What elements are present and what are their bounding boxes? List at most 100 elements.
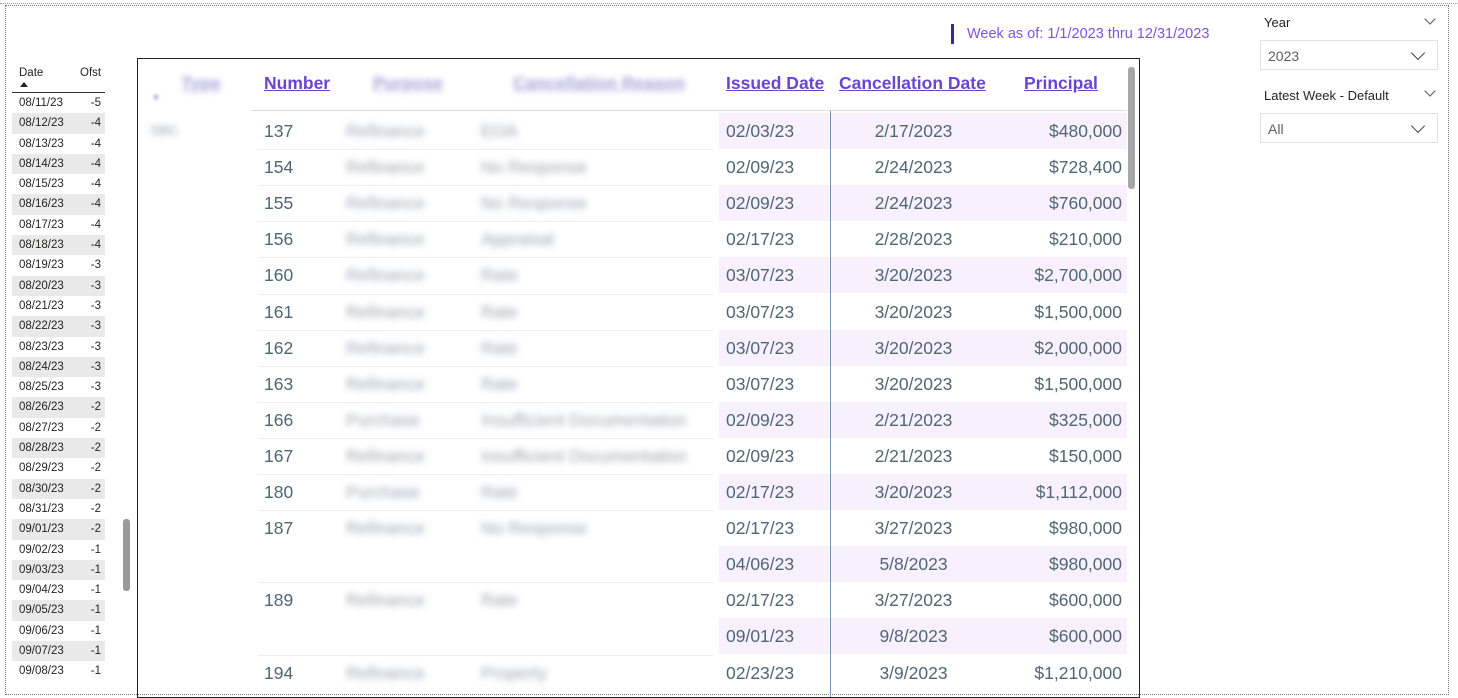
principal-cell: $980,000 <box>1049 554 1122 575</box>
date-list-row[interactable]: 08/15/23 -4 <box>12 174 105 194</box>
cancellations-table: Type Number Purpose Cancellation Reason … <box>137 58 1140 698</box>
ofst-cell: -2 <box>90 421 101 434</box>
cancellation-date-column-header[interactable]: Cancellation Date <box>839 73 986 94</box>
date-list-row[interactable]: 08/28/23 -2 <box>12 438 105 459</box>
date-list-row[interactable]: 08/29/23 -2 <box>12 458 105 478</box>
date-list-row[interactable]: 08/16/23 -4 <box>12 194 105 215</box>
principal-cell: $1,500,000 <box>1034 373 1122 394</box>
date-cell: 08/18/23 <box>19 239 64 252</box>
table-scrollbar[interactable] <box>1128 67 1135 189</box>
table-row[interactable]: 166 Purchase Insufficient Documentation 02/… <box>138 402 1139 438</box>
ofst-cell: -1 <box>90 604 101 617</box>
date-list-row[interactable]: 08/27/23 -2 <box>12 418 105 438</box>
number-column-header[interactable]: Number <box>264 73 330 94</box>
date-list-row[interactable]: 09/03/23 -1 <box>12 559 105 581</box>
table-row[interactable]: 180 Purchase Rate 02/17/23 3/20/2023 $1,112,0… <box>138 474 1139 510</box>
purpose-cell: Refinance <box>346 445 425 466</box>
cancellation-reason-column-header[interactable]: Cancellation Reason <box>513 73 685 94</box>
type-column-header[interactable]: Type <box>181 73 221 94</box>
chevron-down-icon <box>1410 45 1426 61</box>
date-list-row[interactable]: 08/18/23 -4 <box>12 235 105 256</box>
table-row[interactable]: 161 Refinance Rate 03/07/23 3/20/2023 $1,500,… <box>138 294 1139 330</box>
date-list-row[interactable]: 09/04/23 -1 <box>12 580 105 600</box>
cancellation-reason-cell: Appraisal <box>481 229 554 250</box>
date-cell: 08/28/23 <box>19 442 64 455</box>
issued-date-cell: 02/17/23 <box>726 590 795 611</box>
cancellation-date-cell: 3/20/2023 <box>874 337 953 358</box>
ofst-cell: -2 <box>90 482 101 495</box>
date-list-row[interactable]: 08/20/23 -3 <box>12 275 105 296</box>
table-row[interactable]: 163 Refinance Rate 03/07/23 3/20/2023 $1,500,… <box>138 366 1139 402</box>
purpose-cell: Refinance <box>346 590 425 611</box>
purpose-column-header[interactable]: Purpose <box>373 73 443 94</box>
number-cell: 189 <box>264 590 294 611</box>
cancellation-date-cell: 3/27/2023 <box>874 518 953 539</box>
purpose-cell: Refinance <box>346 373 425 394</box>
year-dropdown[interactable]: 2023 <box>1260 40 1438 70</box>
table-row[interactable]: 187 Refinance No Response 02/17/23 3/27/2023… <box>138 510 1139 546</box>
table-row[interactable]: 160 Refinance Rate 03/07/23 3/20/2023 $2,700,… <box>138 257 1139 293</box>
date-column-header[interactable]: Date <box>19 67 43 79</box>
latest-week-dropdown[interactable]: All <box>1260 113 1438 143</box>
date-list-row[interactable]: 09/07/23 -1 <box>12 641 105 662</box>
date-cell: 08/30/23 <box>19 482 64 495</box>
date-list-row[interactable]: 09/08/23 -1 <box>12 661 105 678</box>
cancellation-date-cell: 3/20/2023 <box>874 301 953 322</box>
date-cell: 08/27/23 <box>19 421 64 434</box>
date-cell: 09/04/23 <box>19 584 64 597</box>
table-row[interactable]: 137 Refinance EOA 02/03/23 2/17/2023 $480,000 <box>138 113 1139 149</box>
date-list-row[interactable]: 08/12/23 -4 <box>12 113 105 134</box>
number-cell: 162 <box>264 337 294 358</box>
principal-column-header[interactable]: Principal <box>1024 73 1098 94</box>
header-divider <box>251 110 1127 111</box>
principal-cell: $760,000 <box>1049 193 1122 214</box>
table-row[interactable]: 162 Refinance Rate 03/07/23 3/20/2023 $2,000,… <box>138 330 1139 366</box>
issued-date-column-header[interactable]: Issued Date <box>726 73 824 94</box>
date-list-row[interactable]: 08/13/23 -4 <box>12 134 105 154</box>
date-list-row[interactable]: 08/14/23 -4 <box>12 153 105 175</box>
table-row[interactable]: 167 Refinance Insufficient Documentation 02… <box>138 438 1139 474</box>
principal-cell: $2,000,000 <box>1034 337 1122 358</box>
date-cell: 09/01/23 <box>19 523 64 536</box>
date-list-row[interactable]: 09/01/23 -2 <box>12 519 105 540</box>
sort-ascending-icon[interactable] <box>20 82 28 87</box>
date-list-row[interactable]: 09/05/23 -1 <box>12 600 105 621</box>
date-list-row[interactable]: 09/06/23 -1 <box>12 621 105 641</box>
number-cell: 194 <box>264 662 294 683</box>
date-list-row[interactable]: 08/17/23 -4 <box>12 215 105 235</box>
date-cell: 08/23/23 <box>19 340 64 353</box>
expand-icon[interactable]: ▼ <box>151 93 161 104</box>
date-cell: 09/08/23 <box>19 665 64 678</box>
date-list-row[interactable]: 08/23/23 -3 <box>12 337 105 357</box>
issued-date-cell: 02/17/23 <box>726 518 795 539</box>
date-list-row[interactable]: 09/02/23 -1 <box>12 540 105 560</box>
table-row[interactable]: 156 Refinance Appraisal 02/17/23 2/28/2023 $2… <box>138 221 1139 257</box>
number-cell: 167 <box>264 445 294 466</box>
table-row[interactable]: 09/01/23 9/8/2023 $600,000 <box>138 618 1139 654</box>
cancellation-date-cell: 5/8/2023 <box>879 554 948 575</box>
latest-week-slicer-title: Latest Week - Default <box>1264 88 1389 103</box>
issued-date-cell: 03/07/23 <box>726 265 795 286</box>
table-row[interactable]: 154 Refinance No Response 02/09/23 2/24/2023… <box>138 149 1139 185</box>
date-list-scrollbar[interactable] <box>123 519 130 591</box>
cancellation-date-cell: 2/24/2023 <box>874 193 953 214</box>
date-list-row[interactable]: 08/24/23 -3 <box>12 356 105 378</box>
date-list-row[interactable]: 08/25/23 -3 <box>12 377 105 397</box>
number-cell: 156 <box>264 229 294 250</box>
date-list-row[interactable]: 08/11/23 -5 <box>12 93 105 113</box>
table-row[interactable]: 155 Refinance No Response 02/09/23 2/24/2023… <box>138 185 1139 221</box>
table-row[interactable]: 04/06/23 5/8/2023 $980,000 <box>138 546 1139 582</box>
purpose-cell: Refinance <box>346 121 425 141</box>
date-list-row[interactable]: 08/19/23 -3 <box>12 255 105 275</box>
date-list-row[interactable]: 08/26/23 -2 <box>12 397 105 418</box>
column-divider <box>830 111 831 697</box>
table-row[interactable]: 189 Refinance Rate 02/17/23 3/27/2023 $600,00… <box>138 582 1139 618</box>
date-list-row[interactable]: 08/30/23 -2 <box>12 478 105 499</box>
date-list-row[interactable]: 08/31/23 -2 <box>12 499 105 519</box>
date-list-row[interactable]: 08/21/23 -3 <box>12 296 105 316</box>
issued-date-cell: 09/01/23 <box>726 626 795 647</box>
ofst-column-header[interactable]: Ofst <box>80 67 101 79</box>
table-row[interactable]: 194 Refinance Property 02/23/23 3/9/2023 $1,2… <box>138 655 1139 691</box>
date-list-row[interactable]: 08/22/23 -3 <box>12 316 105 337</box>
ofst-cell: -4 <box>90 218 101 231</box>
